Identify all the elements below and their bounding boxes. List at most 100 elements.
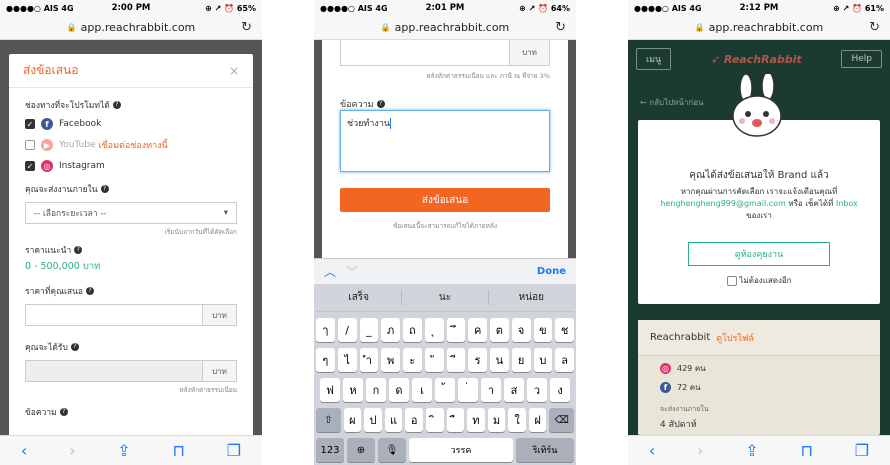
key[interactable]: / — [337, 318, 357, 342]
key[interactable]: ต — [490, 318, 509, 342]
menu-button[interactable]: เมนู — [636, 48, 672, 70]
tabs-icon[interactable]: ❐ — [227, 441, 241, 460]
suggestion[interactable]: หน่อย — [489, 290, 574, 305]
logo[interactable]: ➶ ReachRabbit — [711, 53, 802, 66]
key[interactable]: ่ — [458, 378, 478, 402]
key[interactable]: จ — [511, 318, 531, 342]
backspace-icon[interactable]: ⌫ — [549, 408, 574, 432]
instagram-checkbox[interactable]: ✓ ◎ Instagram — [25, 160, 237, 172]
youtube-checkbox[interactable]: ▶ YouTube เชื่อมต่อช่องทางนี้ — [25, 138, 237, 152]
chevron-down-icon[interactable]: ﹀ — [346, 265, 368, 279]
bookmarks-icon[interactable]: ⊓ — [172, 441, 184, 460]
back-icon[interactable]: ‹ — [649, 441, 655, 460]
help-icon[interactable]: ? — [70, 343, 79, 351]
key[interactable]: ล — [555, 348, 574, 372]
space-key[interactable]: วรรค — [409, 438, 513, 462]
key[interactable]: บ — [533, 348, 553, 372]
submit-offer-button[interactable]: ส่งข้อเสนอ — [340, 188, 550, 212]
key[interactable]: ข — [533, 318, 553, 342]
microphone-icon[interactable]: 🎙 — [378, 438, 406, 462]
address-bar[interactable]: 🔒 app.reachrabbit.com ↻ — [0, 16, 262, 40]
key[interactable]: ห — [343, 378, 363, 402]
key[interactable]: ก — [366, 378, 386, 402]
numbers-key[interactable]: 123 — [316, 438, 344, 462]
dont-show-again-checkbox[interactable]: ไม่ต้องแสดงอีก — [638, 274, 880, 287]
share-icon[interactable]: ⇪ — [117, 441, 130, 460]
key[interactable]: ื — [446, 408, 465, 432]
key[interactable]: ้ — [435, 378, 455, 402]
help-icon[interactable]: ? — [100, 185, 109, 193]
facebook-checkbox[interactable]: ✓ f Facebook — [25, 118, 237, 130]
suggestion[interactable]: เสร็จ — [316, 290, 403, 305]
shift-key[interactable]: ⇧ — [316, 408, 341, 432]
reload-icon[interactable]: ↻ — [555, 20, 566, 35]
help-icon[interactable]: ? — [85, 287, 94, 295]
key[interactable]: ไ — [337, 348, 357, 372]
chevron-up-icon[interactable]: ︿ — [324, 265, 346, 279]
key[interactable]: ใ — [508, 408, 526, 432]
tabs-icon[interactable]: ❐ — [855, 441, 869, 460]
key[interactable]: ง — [550, 378, 570, 402]
key[interactable]: ม — [487, 408, 506, 432]
key[interactable]: ร — [468, 348, 487, 372]
key[interactable]: ท — [467, 408, 485, 432]
suggestion[interactable]: นะ — [402, 290, 489, 305]
inbox-link[interactable]: Inbox — [836, 199, 858, 208]
timeframe-select[interactable]: -- เลือกระยะเวลา -- ▾ — [25, 202, 237, 224]
key[interactable]: พ — [381, 348, 400, 372]
back-icon[interactable]: ‹ — [21, 441, 27, 460]
key[interactable]: _ — [359, 318, 379, 342]
key[interactable]: ิ — [425, 408, 444, 432]
key[interactable]: อ — [405, 408, 423, 432]
view-profile-link[interactable]: ดูโปรไฟล์ — [716, 331, 754, 345]
key[interactable]: ด — [389, 378, 409, 402]
key[interactable]: ำ — [359, 348, 379, 372]
forward-icon[interactable]: › — [697, 441, 703, 460]
key[interactable]: ป — [364, 408, 382, 432]
key[interactable]: ผ — [343, 408, 362, 432]
key[interactable]: ฝ — [528, 408, 547, 432]
key[interactable]: ะ — [403, 348, 422, 372]
key[interactable]: ๆ — [316, 348, 335, 372]
globe-icon[interactable]: ⊕ — [347, 438, 375, 462]
key[interactable]: ส — [504, 378, 524, 402]
key[interactable]: น — [490, 348, 509, 372]
address-bar[interactable]: 🔒 app.reachrabbit.com ↻ — [314, 16, 576, 40]
key[interactable]: ึ — [446, 318, 466, 342]
key[interactable]: ี — [446, 348, 466, 372]
phone-screen-offer-form: ●●●●○ AIS 4G 2:00 PM ⊕ ↗ ⏰ 65% 🔒 app.rea… — [0, 0, 262, 465]
key[interactable]: ค — [468, 318, 487, 342]
return-key[interactable]: ริเทิร์น — [516, 438, 574, 462]
key[interactable]: ฟ — [320, 378, 340, 402]
key[interactable]: า — [481, 378, 501, 402]
done-button[interactable]: Done — [537, 266, 566, 277]
view-chat-room-button[interactable]: ดูห้องคุยงาน — [688, 242, 830, 266]
key[interactable]: ย — [511, 348, 531, 372]
key[interactable]: เ — [412, 378, 432, 402]
key[interactable]: แ — [384, 408, 403, 432]
key[interactable]: ช — [555, 318, 574, 342]
help-icon[interactable]: ? — [112, 101, 121, 109]
price-input[interactable] — [26, 305, 202, 325]
reload-icon[interactable]: ↻ — [869, 20, 880, 35]
reload-icon[interactable]: ↻ — [241, 20, 252, 35]
help-button[interactable]: Help — [841, 50, 882, 68]
share-icon[interactable]: ⇪ — [745, 441, 758, 460]
help-icon[interactable]: ? — [376, 100, 385, 108]
back-link[interactable]: ← กลับไปหน้าก่อน — [640, 96, 704, 109]
bookmarks-icon[interactable]: ⊓ — [800, 441, 812, 460]
forward-icon[interactable]: › — [69, 441, 75, 460]
message-textarea[interactable]: ช่วยทำงาน — [340, 110, 550, 172]
help-icon[interactable]: ? — [74, 246, 83, 254]
key[interactable]: ถ — [403, 318, 422, 342]
key[interactable]: ๅ — [316, 318, 335, 342]
key[interactable]: ว — [527, 378, 547, 402]
connect-youtube-link[interactable]: เชื่อมต่อช่องทางนี้ — [98, 138, 167, 152]
address-bar[interactable]: 🔒 app.reachrabbit.com ↻ — [628, 16, 890, 40]
close-icon[interactable]: × — [229, 64, 239, 78]
key[interactable]: ั — [424, 348, 444, 372]
suggestion-bar: เสร็จ นะ หน่อย — [316, 284, 574, 312]
help-icon[interactable]: ? — [59, 408, 68, 416]
key[interactable]: ุ — [424, 318, 444, 342]
key[interactable]: ภ — [381, 318, 400, 342]
